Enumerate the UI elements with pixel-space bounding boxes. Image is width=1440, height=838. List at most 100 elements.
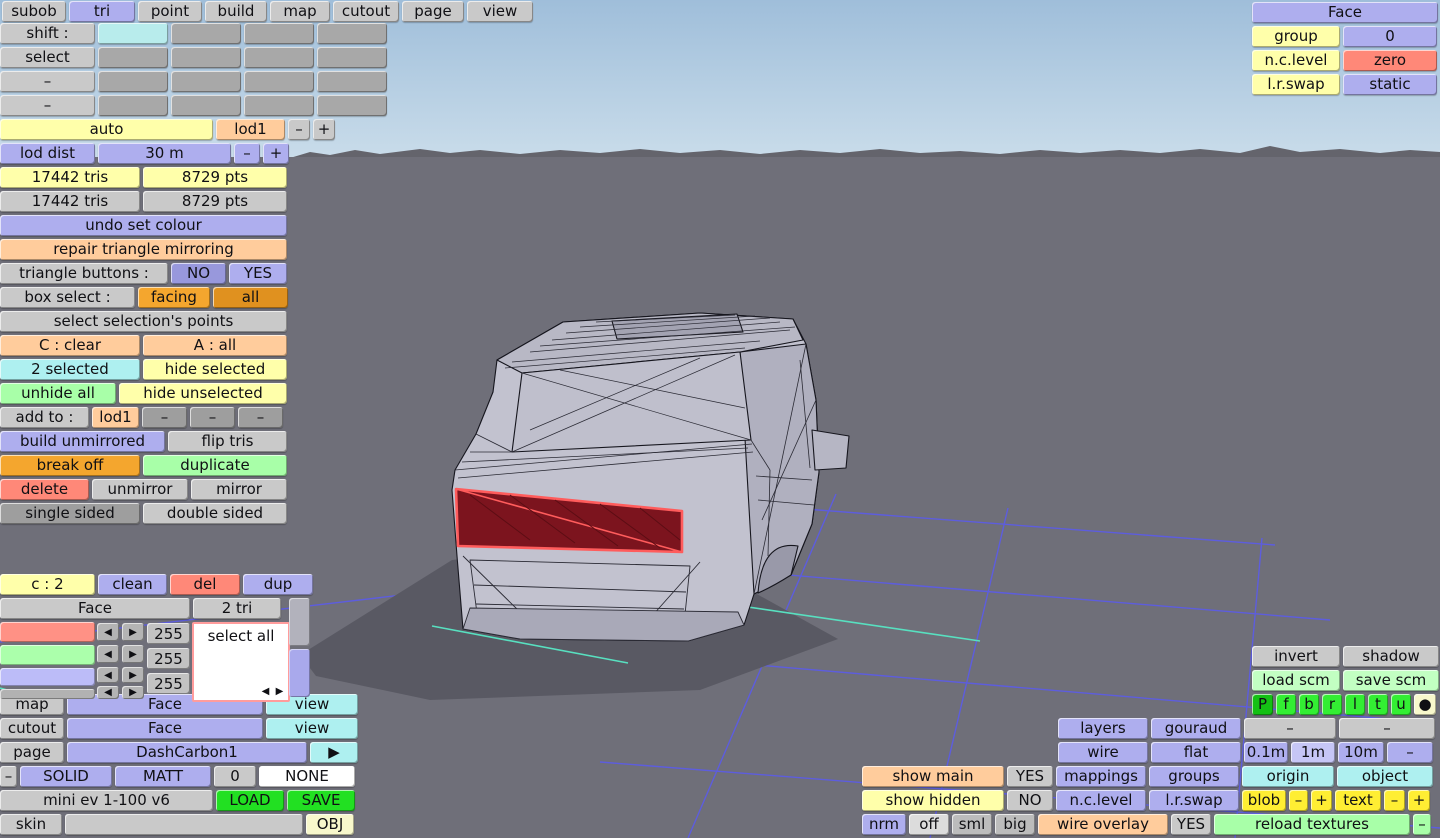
grid-10m-button[interactable]: 10m [1338, 742, 1384, 763]
blob-button[interactable]: blob [1242, 790, 1286, 811]
view-top-button[interactable]: t [1368, 694, 1388, 715]
load-button[interactable]: LOAD [216, 790, 284, 811]
reload-textures-button[interactable]: reload textures [1214, 814, 1410, 835]
filename-field[interactable]: mini ev 1-100 v6 [0, 790, 213, 811]
unhide-all-button[interactable]: unhide all [0, 383, 116, 404]
tab-cutout[interactable]: cutout [333, 1, 399, 22]
select-slot-1[interactable] [98, 47, 168, 68]
lod-auto-button[interactable]: auto [0, 119, 213, 140]
lr-swap-value[interactable]: static [1343, 74, 1437, 95]
nc-level-button[interactable]: n.c.level [1056, 790, 1146, 811]
add-to-slot-4[interactable]: – [238, 407, 283, 428]
lod-dist-minus-button[interactable]: – [234, 143, 260, 164]
lod-dist-plus-button[interactable]: + [263, 143, 289, 164]
obj-button[interactable]: OBJ [306, 814, 354, 835]
row4-slot-1[interactable] [98, 95, 168, 116]
row4-label[interactable]: – [0, 95, 95, 116]
skin-field[interactable] [65, 814, 303, 835]
page-name[interactable]: DashCarbon1 [67, 742, 307, 763]
tab-tri-active[interactable]: tri [69, 1, 135, 22]
add-to-slot-2[interactable]: – [142, 407, 187, 428]
red-channel-bar[interactable] [0, 622, 95, 642]
blue-channel-bar[interactable] [0, 668, 95, 686]
lod-plus-button[interactable]: + [313, 119, 335, 140]
lr-swap-button[interactable]: l.r.swap [1149, 790, 1239, 811]
duplicate-button[interactable]: duplicate [143, 455, 287, 476]
select-all-button[interactable]: A : all [143, 335, 287, 356]
row4-slot-2[interactable] [171, 95, 241, 116]
double-sided-button[interactable]: double sided [143, 503, 287, 524]
row4-slot-4[interactable] [317, 95, 387, 116]
view-left-button[interactable]: l [1345, 694, 1365, 715]
tab-subob[interactable]: subob [2, 1, 66, 22]
red-dec-arrow[interactable]: ◀ [97, 623, 119, 641]
triangle-buttons-yes[interactable]: YES [229, 263, 287, 284]
row3-slot-4[interactable] [317, 71, 387, 92]
swatch-prev-arrow[interactable]: ◀ [259, 685, 272, 698]
single-sided-button[interactable]: single sided [0, 503, 140, 524]
shift-slot-3[interactable] [244, 23, 314, 44]
cutout-name[interactable]: Face [67, 718, 263, 739]
blob-plus-button[interactable]: + [1311, 790, 1332, 811]
tab-page[interactable]: page [402, 1, 464, 22]
add-to-slot-3[interactable]: – [190, 407, 235, 428]
blue-dec-arrow[interactable]: ◀ [97, 667, 119, 683]
wire-overlay-toggle[interactable]: YES [1171, 814, 1211, 835]
row3-label[interactable]: – [0, 71, 95, 92]
repair-triangle-mirroring-button[interactable]: repair triangle mirroring [0, 239, 287, 260]
build-unmirrored-button[interactable]: build unmirrored [0, 431, 165, 452]
red-inc-arrow[interactable]: ▶ [122, 623, 144, 641]
clear-selection-button[interactable]: C : clear [0, 335, 140, 356]
red-value[interactable]: 255 [147, 623, 190, 644]
flip-tris-button[interactable]: flip tris [168, 431, 287, 452]
row3-slot-3[interactable] [244, 71, 314, 92]
nrm-sml-button[interactable]: sml [952, 814, 992, 835]
select-slot-4[interactable] [317, 47, 387, 68]
flat-button[interactable]: flat [1151, 742, 1241, 763]
layers-button[interactable]: layers [1058, 718, 1148, 739]
grid-off-button[interactable]: – [1387, 742, 1433, 763]
blob-minus-button[interactable]: – [1289, 790, 1308, 811]
add-to-lod1-button[interactable]: lod1 [92, 407, 139, 428]
groups-button[interactable]: groups [1149, 766, 1239, 787]
tab-view[interactable]: view [467, 1, 533, 22]
show-main-toggle[interactable]: YES [1007, 766, 1053, 787]
blue-inc-arrow[interactable]: ▶ [122, 667, 144, 683]
green-inc-arrow[interactable]: ▶ [122, 645, 144, 663]
nrm-off-button[interactable]: off [909, 814, 949, 835]
reload-minus-button[interactable]: – [1413, 814, 1431, 835]
text-minus-button[interactable]: – [1384, 790, 1405, 811]
row3-slot-1[interactable] [98, 71, 168, 92]
gray-inc-arrow[interactable]: ▶ [122, 686, 144, 699]
text-plus-button[interactable]: + [1408, 790, 1430, 811]
shift-slot-1[interactable] [98, 23, 168, 44]
page-next-button[interactable]: ▶ [310, 742, 358, 763]
select-slot-3[interactable] [244, 47, 314, 68]
nrm-button[interactable]: nrm [862, 814, 906, 835]
unmirror-button[interactable]: unmirror [92, 479, 188, 500]
undo-set-colour-button[interactable]: undo set colour [0, 215, 287, 236]
green-dec-arrow[interactable]: ◀ [97, 645, 119, 663]
blue-value[interactable]: 255 [147, 673, 190, 694]
select-slot-2[interactable] [171, 47, 241, 68]
object-button[interactable]: object [1337, 766, 1433, 787]
origin-button[interactable]: origin [1242, 766, 1334, 787]
gouraud-button[interactable]: gouraud [1151, 718, 1241, 739]
mirror-button[interactable]: mirror [191, 479, 287, 500]
view-p-button[interactable]: P [1252, 694, 1273, 715]
green-channel-bar[interactable] [0, 645, 95, 665]
break-off-button[interactable]: break off [0, 455, 140, 476]
green-value[interactable]: 255 [147, 648, 190, 669]
dup-button[interactable]: dup [243, 574, 313, 595]
tab-point[interactable]: point [138, 1, 202, 22]
scroll-thumb[interactable] [289, 649, 310, 697]
shift-slot-4[interactable] [317, 23, 387, 44]
view-under-button[interactable]: u [1391, 694, 1411, 715]
hide-unselected-button[interactable]: hide unselected [119, 383, 287, 404]
group-value[interactable]: 0 [1343, 26, 1437, 47]
hide-selected-button[interactable]: hide selected [143, 359, 287, 380]
tab-build[interactable]: build [205, 1, 267, 22]
load-scm-button[interactable]: load scm [1252, 670, 1340, 691]
swatch-next-arrow[interactable]: ▶ [273, 685, 286, 698]
row4-slot-3[interactable] [244, 95, 314, 116]
